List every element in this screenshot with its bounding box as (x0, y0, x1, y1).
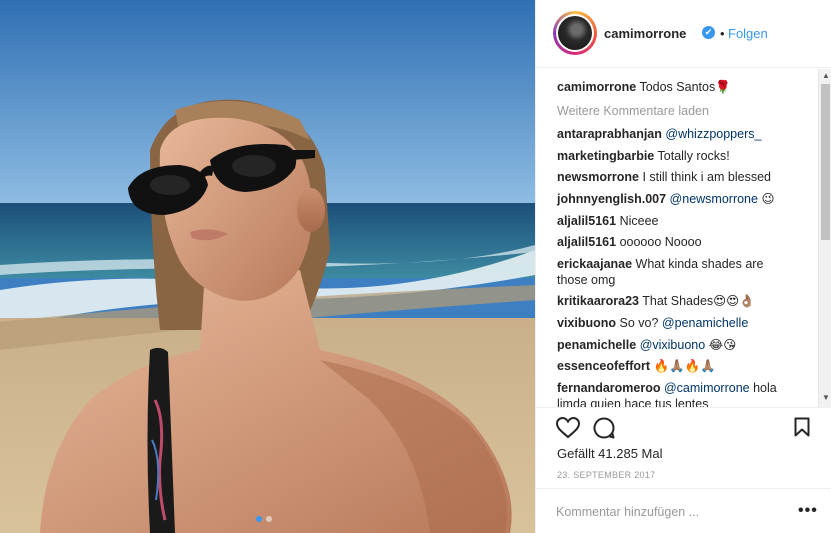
beach-selfie-image (0, 0, 535, 533)
bookmark-icon[interactable] (794, 417, 810, 442)
comment-text: I still think i am blessed (642, 170, 771, 184)
comment-text: 🔥🙏🏽🔥🙏🏽 (653, 359, 716, 373)
header-separator: • (720, 26, 725, 41)
caption-text: Todos Santos🌹 (639, 80, 731, 94)
carousel-indicator (256, 516, 272, 522)
comment-text: oooooo Noooo (619, 235, 702, 249)
comment-item: newsmorrone I still think i am blessed (557, 169, 797, 185)
comment-item: fernandaromeroo @camimorrone hola limda … (557, 380, 792, 407)
comment-item: aljalil5161 oooooo Noooo (557, 234, 797, 250)
comment-username[interactable]: penamichelle (557, 338, 636, 352)
likes-count[interactable]: Gefällt 41.285 Mal (557, 446, 663, 461)
comment-username[interactable]: newsmorrone (557, 170, 639, 184)
comment-mention[interactable]: @camimorrone (664, 381, 750, 395)
post-photo[interactable] (0, 0, 535, 533)
comment-username[interactable]: antaraprabhanjan (557, 127, 662, 141)
comment-item: vixibuono So vo? @penamichelle (557, 315, 797, 331)
comment-text: So vo? (619, 316, 659, 330)
comment-item: erickaajanae What kinda shades are those… (557, 256, 772, 288)
caption: camimorrone Todos Santos🌹 (557, 79, 797, 95)
comment-username[interactable]: essenceofeffort (557, 359, 650, 373)
comment-username[interactable]: aljalil5161 (557, 235, 616, 249)
heart-icon[interactable] (555, 416, 581, 444)
comment-emoji: 😉 (757, 192, 775, 206)
comment-text: That Shades😍😍👌🏽 (642, 294, 755, 308)
comment-username[interactable]: johnnyenglish.007 (557, 192, 666, 206)
carousel-dot[interactable] (266, 516, 272, 522)
verified-badge-icon: ✔ (702, 26, 715, 39)
comment-username[interactable]: aljalil5161 (557, 214, 616, 228)
comment-username[interactable]: fernandaromeroo (557, 381, 661, 395)
comment-emoji: 😂😘 (705, 338, 737, 352)
comment-mention[interactable]: @newsmorrone (670, 192, 758, 206)
comment-username[interactable]: kritikaarora23 (557, 294, 639, 308)
add-comment-bar: ••• (536, 488, 831, 533)
avatar-image (558, 16, 592, 50)
avatar[interactable] (556, 14, 594, 52)
header-username[interactable]: camimorrone (604, 26, 686, 41)
add-comment-input[interactable] (556, 505, 776, 519)
scroll-up-arrow-icon[interactable]: ▲ (819, 69, 831, 83)
caption-username[interactable]: camimorrone (557, 80, 636, 94)
comments-scrollbar[interactable]: ▲ ▼ (818, 69, 831, 407)
comment-username[interactable]: marketingbarbie (557, 149, 654, 163)
comment-item: penamichelle @vixibuono 😂😘 (557, 337, 797, 353)
comment-mention[interactable]: @penamichelle (662, 316, 748, 330)
comment-item: marketingbarbie Totally rocks! (557, 148, 797, 164)
load-more-comments-button[interactable]: Weitere Kommentare laden (557, 104, 709, 118)
follow-button[interactable]: Folgen (728, 26, 768, 41)
comment-username[interactable]: erickaajanae (557, 257, 632, 271)
comment-username[interactable]: vixibuono (557, 316, 616, 330)
comment-item: essenceofeffort 🔥🙏🏽🔥🙏🏽 (557, 358, 797, 374)
post-side-panel: camimorrone ✔ • Folgen camimorrone Todos… (535, 0, 831, 533)
speech-bubble-icon[interactable] (593, 417, 615, 444)
comment-item: antaraprabhanjan @whizzpoppers_ (557, 126, 797, 142)
avatar-story-ring[interactable] (553, 11, 597, 55)
post-header: camimorrone ✔ • Folgen (536, 0, 831, 68)
comment-item: aljalil5161 Niceee (557, 213, 797, 229)
scrollbar-thumb[interactable] (821, 84, 830, 240)
comments-list[interactable]: camimorrone Todos Santos🌹 Weitere Kommen… (536, 69, 831, 407)
comment-text: Niceee (619, 214, 659, 228)
comment-mention[interactable]: @vixibuono (640, 338, 706, 352)
comment-item: johnnyenglish.007 @newsmorrone 😉 (557, 191, 797, 207)
post-actions: Gefällt 41.285 Mal 23. SEPTEMBER 2017 ••… (536, 407, 831, 533)
comment-mention[interactable]: @whizzpoppers_ (665, 127, 761, 141)
carousel-dot-active (256, 516, 262, 522)
comment-text: Totally rocks! (657, 149, 730, 163)
scroll-down-arrow-icon[interactable]: ▼ (819, 391, 831, 405)
post-date[interactable]: 23. SEPTEMBER 2017 (557, 470, 655, 480)
more-options-icon[interactable]: ••• (798, 502, 818, 520)
comment-item: kritikaarora23 That Shades😍😍👌🏽 (557, 293, 797, 309)
